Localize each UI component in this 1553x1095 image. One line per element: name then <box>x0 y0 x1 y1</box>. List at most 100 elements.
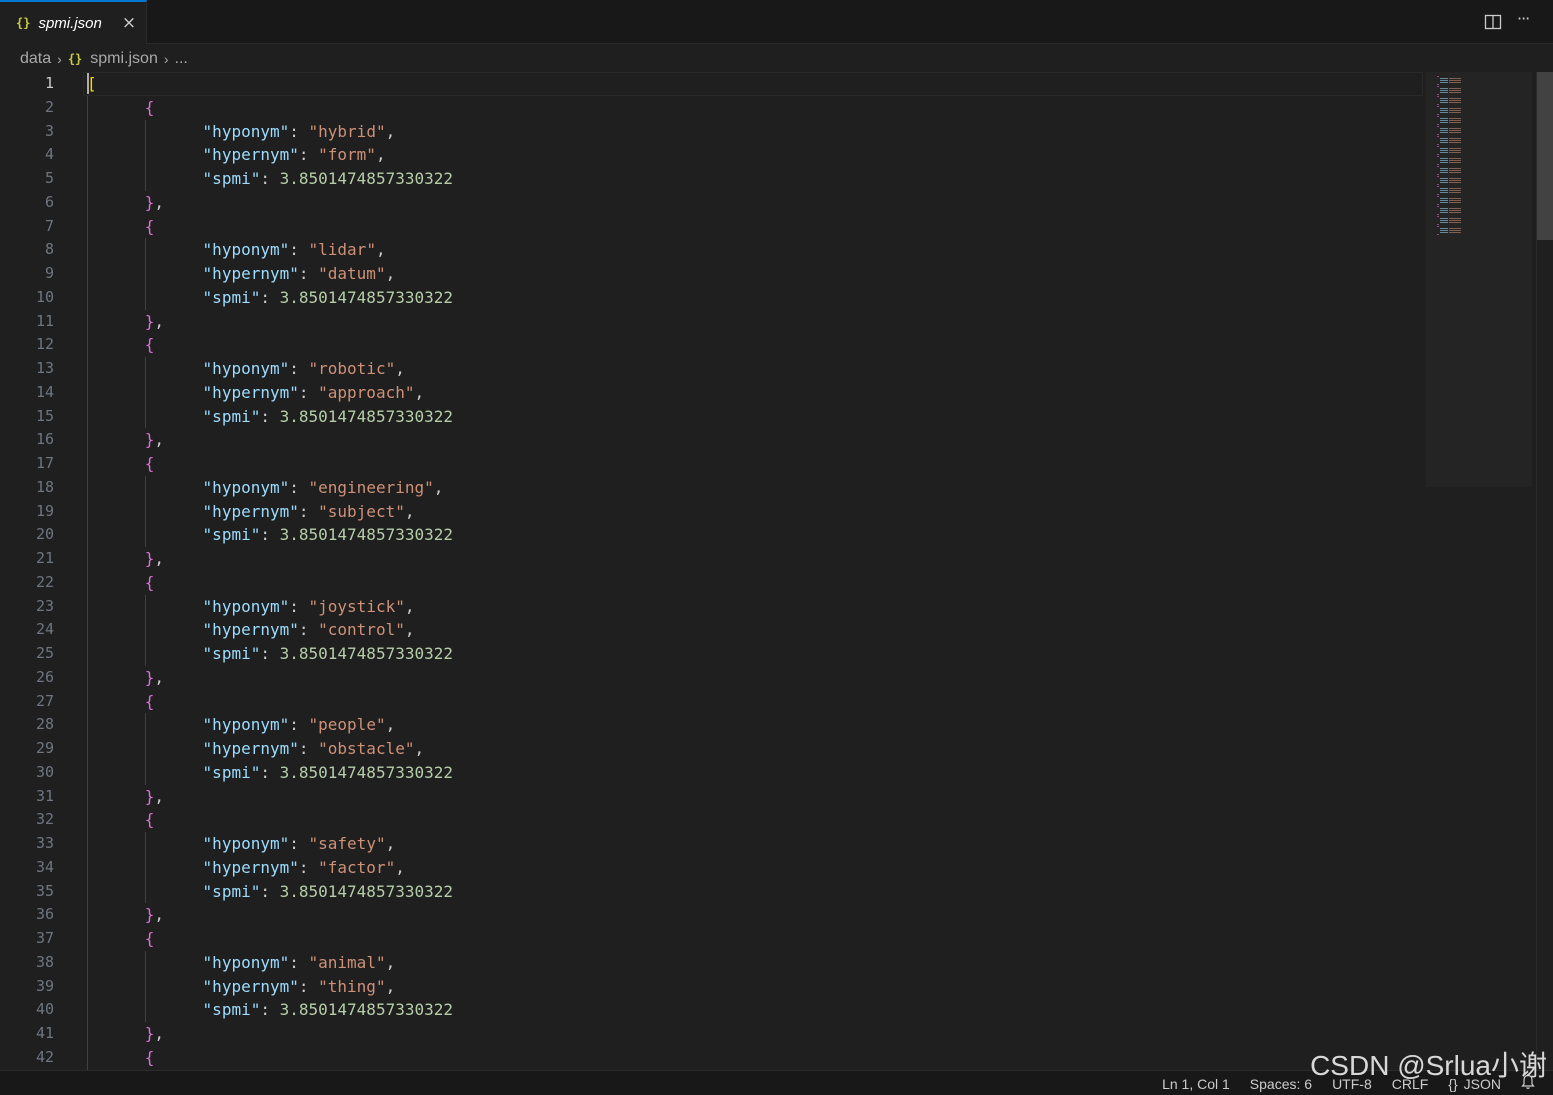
minimap-line <box>1440 220 1448 221</box>
more-actions-icon[interactable]: ··· <box>1517 11 1537 32</box>
code-line: "hyponym": "lidar", <box>203 238 386 262</box>
minimap-line <box>1437 114 1439 115</box>
scrollbar-thumb[interactable] <box>1537 72 1553 240</box>
tab-actions: ··· <box>1483 11 1537 32</box>
json-punct: , <box>385 121 396 141</box>
code-line: }, <box>145 903 164 927</box>
json-punct: : <box>260 525 280 545</box>
tab-label: spmi.json <box>38 14 102 32</box>
json-punct: : <box>289 121 309 141</box>
json-bracket: { <box>144 572 155 592</box>
minimap-line <box>1437 196 1439 197</box>
json-punct: , <box>375 240 386 260</box>
json-bracket: } <box>144 905 155 925</box>
line-number: 6 <box>44 192 54 211</box>
line-number: 42 <box>35 1047 54 1066</box>
minimap-line <box>1449 148 1461 149</box>
minimap-line <box>1449 150 1461 151</box>
minimap-line <box>1437 214 1439 215</box>
minimap-line <box>1437 154 1439 155</box>
line-number: 35 <box>35 881 54 900</box>
json-punct: : <box>298 857 319 877</box>
json-string: "control" <box>318 620 405 640</box>
json-string: "hybrid" <box>308 121 386 141</box>
code-line: "hyponym": "joystick", <box>203 595 415 619</box>
code-line: { <box>145 452 155 476</box>
minimap-line <box>1449 160 1461 161</box>
line-number: 11 <box>35 311 54 330</box>
code-line: { <box>145 927 155 951</box>
status-cursor-position[interactable]: Ln 1, Col 1 <box>1162 1076 1230 1092</box>
close-icon[interactable]: × <box>120 14 138 32</box>
json-bracket: } <box>144 786 155 806</box>
split-editor-icon[interactable] <box>1483 12 1503 32</box>
minimap-line <box>1449 188 1461 189</box>
minimap-line <box>1449 88 1461 89</box>
minimap-line <box>1440 108 1448 109</box>
minimap-line <box>1449 228 1461 229</box>
minimap-line <box>1437 186 1439 187</box>
minimap[interactable] <box>1424 72 1534 1070</box>
json-string: "form" <box>318 145 376 165</box>
json-string: "factor" <box>318 857 396 877</box>
line-number: 24 <box>35 620 54 639</box>
breadcrumb-item-file[interactable]: spmi.json <box>90 50 158 68</box>
code-area[interactable]: [{"hyponym": "hybrid", "hypernym": "form"… <box>87 72 1422 1070</box>
minimap-line <box>1440 158 1448 159</box>
tab-spmi-json[interactable]: {} spmi.json × <box>0 0 147 44</box>
indent-guide <box>144 950 146 1022</box>
indent-guide <box>144 594 146 666</box>
code-line: "hypernym": "form", <box>203 143 386 167</box>
json-bracket: } <box>144 311 155 331</box>
minimap-line <box>1440 168 1448 169</box>
json-punct: , <box>154 192 165 212</box>
json-key: "spmi" <box>202 525 261 545</box>
minimap-slider[interactable] <box>1426 72 1532 487</box>
json-punct: , <box>395 359 405 378</box>
minimap-line <box>1449 128 1461 129</box>
minimap-line <box>1449 92 1461 93</box>
minimap-line <box>1437 206 1439 207</box>
code-line: "spmi": 3.8501474857330322 <box>203 880 453 904</box>
minimap-line <box>1449 192 1461 193</box>
minimap-line <box>1449 210 1461 211</box>
code-line: "hypernym": "obstacle", <box>203 737 425 761</box>
minimap-line <box>1440 152 1448 153</box>
json-bracket: { <box>144 97 155 117</box>
json-key: "spmi" <box>202 287 261 307</box>
minimap-line <box>1437 116 1439 117</box>
minimap-line <box>1437 104 1439 105</box>
status-indentation[interactable]: Spaces: 6 <box>1250 1076 1312 1092</box>
json-key: "spmi" <box>202 1000 261 1020</box>
minimap-line <box>1440 98 1448 99</box>
json-punct: : <box>289 477 309 497</box>
code-line: }, <box>145 191 164 215</box>
line-number: 39 <box>35 976 54 995</box>
code-line: "spmi": 3.8501474857330322 <box>203 405 453 429</box>
line-number: 25 <box>35 644 54 662</box>
json-bracket: { <box>144 1047 155 1067</box>
code-editor[interactable]: 1 2 3 4 5 6 7 8 9 10 11 12 13 14 15 16 17 18 19 20 21 22 23 24 2… <box>0 72 1553 1070</box>
json-punct: , <box>154 549 165 568</box>
code-line: }, <box>145 785 164 809</box>
code-line: }, <box>145 428 164 452</box>
code-line: "hyponym": "safety", <box>203 832 396 856</box>
json-punct: , <box>154 786 165 806</box>
line-number: 18 <box>35 477 54 496</box>
minimap-line <box>1449 132 1461 133</box>
json-string: "obstacle" <box>318 739 415 758</box>
minimap-line <box>1449 108 1461 109</box>
json-punct: , <box>154 667 165 687</box>
json-key: "hypernym" <box>202 382 299 402</box>
json-bracket: { <box>144 335 155 355</box>
breadcrumb-item-symbol[interactable]: ... <box>175 50 188 68</box>
json-punct: , <box>385 715 396 735</box>
code-line: }, <box>145 666 164 690</box>
minimap-line <box>1449 212 1461 213</box>
json-punct: : <box>289 834 309 853</box>
json-bracket: } <box>144 549 155 568</box>
breadcrumb-item-data[interactable]: data <box>20 50 51 68</box>
code-line: }, <box>145 1022 164 1046</box>
minimap-line <box>1449 122 1461 123</box>
minimap-line <box>1449 120 1461 121</box>
